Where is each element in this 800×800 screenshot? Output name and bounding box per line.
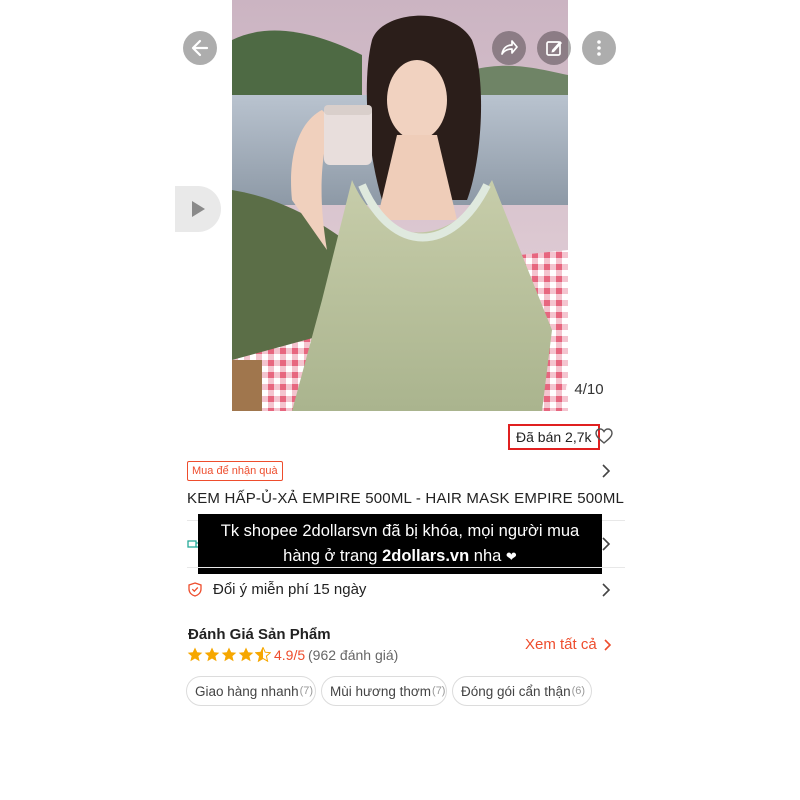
return-chevron[interactable] (601, 582, 611, 603)
rating-stars (187, 647, 271, 662)
chevron-right-icon (604, 638, 611, 651)
chip-label: Đóng gói cẩn thận (461, 683, 571, 699)
product-title: KEM HẤP-Ủ-XẢ EMPIRE 500ML - HAIR MASK EM… (187, 490, 625, 507)
banner-line-1: Tk shopee 2dollarsvn đã bị khóa, mọi ngư… (220, 522, 580, 540)
image-counter: 4/10 (566, 376, 612, 402)
edit-button[interactable] (537, 31, 571, 65)
rating-value: 4.9/5 (274, 647, 306, 663)
promo-chevron[interactable] (601, 463, 611, 484)
chevron-right-icon (602, 464, 611, 478)
chip-count: (7) (432, 685, 446, 697)
favorite-button[interactable] (595, 428, 613, 450)
chip-count: (7) (299, 685, 314, 697)
heart-emoji-icon: ❤ (505, 549, 517, 564)
banner-website: 2dollars.vn (382, 547, 470, 565)
play-icon (192, 201, 205, 217)
chip-label: Giao hàng nhanh (195, 683, 299, 699)
chevron-right-icon (602, 537, 611, 551)
more-icon (597, 40, 601, 56)
more-button[interactable] (582, 31, 616, 65)
promo-tag[interactable]: Mua để nhận quà (187, 461, 283, 481)
divider (187, 567, 625, 568)
notice-banner: Tk shopee 2dollarsvn đã bị khóa, mọi ngư… (198, 514, 602, 574)
banner-line-2-prefix: hàng ở trang (283, 547, 383, 565)
reviews-section-title: Đánh Giá Sản Phẩm (188, 626, 331, 643)
return-policy-row[interactable] (188, 582, 202, 602)
review-chip[interactable]: Mùi hương thơm (7) (321, 676, 447, 706)
back-button[interactable] (183, 31, 217, 65)
banner-line-2-suffix: nha (469, 547, 502, 565)
star-icon (221, 647, 237, 662)
half-star-icon (255, 647, 271, 662)
share-icon (501, 40, 518, 55)
review-chip[interactable]: Giao hàng nhanh (7) (186, 676, 316, 706)
rating-count: (962 đánh giá) (308, 647, 399, 663)
chip-label: Mùi hương thơm (330, 683, 432, 699)
shipping-chevron[interactable] (601, 536, 611, 557)
back-arrow-icon (191, 39, 209, 57)
see-all-label: Xem tất cả (525, 636, 597, 653)
play-video-button[interactable] (175, 186, 221, 232)
chevron-right-icon (602, 583, 611, 597)
see-all-reviews-link[interactable]: Xem tất cả (525, 636, 612, 653)
star-icon (204, 647, 220, 662)
sold-count: Đã bán 2,7k (508, 424, 600, 450)
shield-icon (188, 582, 202, 597)
chip-count: (6) (571, 685, 586, 697)
edit-icon (546, 41, 562, 56)
star-icon (238, 647, 254, 662)
heart-icon (595, 428, 613, 444)
share-button[interactable] (492, 31, 526, 65)
return-policy-label: Đổi ý miễn phí 15 ngày (213, 581, 367, 598)
banner-line-2: hàng ở trang 2dollars.vn nha ❤ (198, 544, 602, 569)
star-icon (187, 647, 203, 662)
review-chip[interactable]: Đóng gói cẩn thận (6) (452, 676, 592, 706)
